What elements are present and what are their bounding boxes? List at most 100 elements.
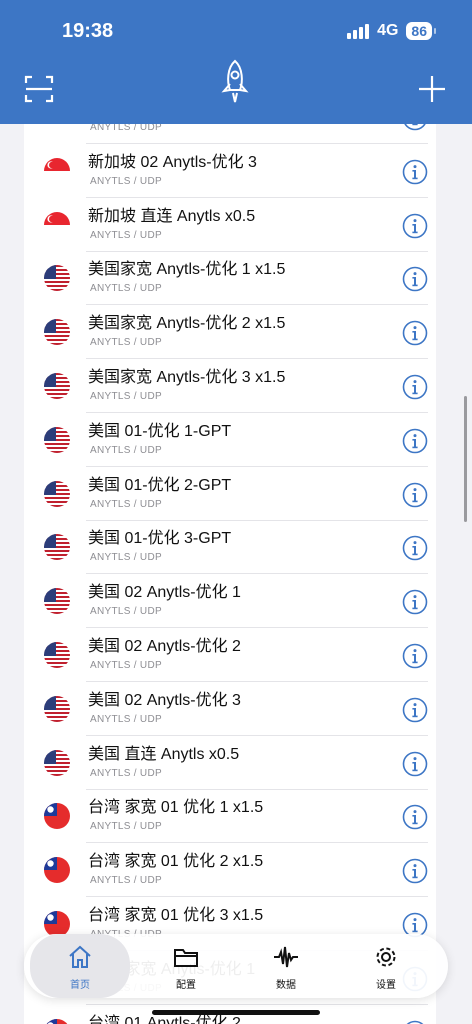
us-flag-icon — [44, 373, 70, 399]
proxy-row[interactable]: 美国家宽 Anytls-优化 1 x1.5 ANYTLS / UDP — [24, 251, 436, 305]
info-icon[interactable] — [402, 213, 428, 239]
tw-flag-icon — [44, 803, 70, 829]
info-icon[interactable] — [402, 858, 428, 884]
sg-flag-icon — [44, 158, 70, 184]
proxy-protocol: ANYTLS / UDP — [90, 714, 162, 725]
tw-flag-icon — [44, 857, 70, 883]
info-icon[interactable] — [402, 535, 428, 561]
info-icon[interactable] — [402, 124, 428, 131]
proxy-name: 台湾 家宽 01 优化 3 x1.5 — [88, 907, 264, 924]
proxy-row[interactable]: 台湾 家宽 01 优化 1 x1.5 ANYTLS / UDP — [24, 789, 436, 843]
proxy-protocol: ANYTLS / UDP — [90, 875, 162, 886]
battery-indicator: 86 — [406, 22, 436, 40]
info-icon[interactable] — [402, 804, 428, 830]
proxy-name: 新加坡 直连 Anytls x0.5 — [88, 208, 256, 225]
info-icon[interactable] — [402, 482, 428, 508]
proxy-protocol: ANYTLS / UDP — [90, 552, 162, 563]
us-flag-icon — [44, 588, 70, 614]
status-indicators: 4G 86 — [347, 22, 436, 40]
us-flag-icon — [44, 481, 70, 507]
proxy-protocol: ANYTLS / UDP — [90, 391, 162, 402]
tab-settings-label: 设置 — [376, 980, 396, 991]
cellular-signal-icon — [347, 23, 370, 39]
network-type: 4G — [377, 22, 399, 39]
tab-config[interactable]: 配置 — [136, 934, 236, 998]
us-flag-icon — [44, 750, 70, 776]
proxy-name: 台湾 家宽 01 优化 2 x1.5 — [88, 853, 264, 870]
proxy-protocol: ANYTLS / UDP — [90, 606, 162, 617]
proxy-name: 美国 01-优化 3-GPT — [88, 530, 232, 547]
proxy-protocol: ANYTLS / UDP — [90, 660, 162, 671]
tw-flag-icon — [44, 1019, 70, 1024]
scrollbar[interactable] — [464, 396, 467, 522]
info-icon[interactable] — [402, 320, 428, 346]
proxy-name: 美国家宽 Anytls-优化 1 x1.5 — [88, 261, 286, 278]
proxy-name: 美国家宽 Anytls-优化 3 x1.5 — [88, 369, 286, 386]
proxy-list: ANYTLS / UDP 新加坡 02 Anytls-优化 3 ANYTLS / U… — [24, 124, 436, 1024]
us-flag-icon — [44, 534, 70, 560]
proxy-row[interactable]: 台湾 家宽 01 优化 2 x1.5 ANYTLS / UDP — [24, 843, 436, 897]
info-icon[interactable] — [402, 159, 428, 185]
proxy-name: 美国 02 Anytls-优化 3 — [88, 692, 241, 709]
proxy-row[interactable]: 美国 01-优化 2-GPT ANYTLS / UDP — [24, 467, 436, 521]
us-flag-icon — [44, 696, 70, 722]
tab-home[interactable]: 首页 — [30, 934, 130, 998]
info-icon[interactable] — [402, 428, 428, 454]
proxy-row[interactable]: 美国 01-优化 3-GPT ANYTLS / UDP — [24, 520, 436, 574]
tab-home-label: 首页 — [70, 980, 90, 991]
info-icon[interactable] — [402, 697, 428, 723]
proxy-row[interactable]: 美国家宽 Anytls-优化 3 x1.5 ANYTLS / UDP — [24, 359, 436, 413]
tab-bar: 首页 配置 数据 设置 — [24, 934, 448, 998]
info-icon[interactable] — [402, 374, 428, 400]
proxy-name: 美国家宽 Anytls-优化 2 x1.5 — [88, 315, 286, 332]
top-bar: 19:38 4G 86 — [0, 0, 472, 124]
proxy-row[interactable]: 美国 02 Anytls-优化 1 ANYTLS / UDP — [24, 574, 436, 628]
proxy-row[interactable]: 美国 02 Anytls-优化 3 ANYTLS / UDP — [24, 682, 436, 736]
proxy-name: 美国 02 Anytls-优化 1 — [88, 584, 241, 601]
proxy-row[interactable]: 美国家宽 Anytls-优化 2 x1.5 ANYTLS / UDP — [24, 305, 436, 359]
plus-icon — [419, 76, 445, 102]
proxy-row[interactable]: 美国 直连 Anytls x0.5 ANYTLS / UDP — [24, 736, 436, 790]
sg-flag-icon — [44, 124, 70, 130]
proxy-name: 美国 01-优化 1-GPT — [88, 423, 232, 440]
us-flag-icon — [44, 642, 70, 668]
scan-qr-button[interactable] — [24, 74, 54, 104]
proxy-protocol: ANYTLS / UDP — [90, 124, 162, 133]
tab-data-label: 数据 — [276, 980, 296, 991]
proxy-row[interactable]: 新加坡 直连 Anytls x0.5 ANYTLS / UDP — [24, 198, 436, 252]
tab-data[interactable]: 数据 — [236, 934, 336, 998]
home-indicator — [152, 1010, 320, 1015]
us-flag-icon — [44, 265, 70, 291]
tab-settings[interactable]: 设置 — [336, 934, 436, 998]
scan-icon — [24, 75, 54, 103]
info-icon[interactable] — [402, 751, 428, 777]
add-button[interactable] — [418, 74, 446, 104]
proxy-protocol: ANYTLS / UDP — [90, 768, 162, 779]
proxy-protocol: ANYTLS / UDP — [90, 176, 162, 187]
folder-icon — [174, 949, 198, 967]
proxy-name: 美国 02 Anytls-优化 2 — [88, 638, 241, 655]
info-icon[interactable] — [402, 1020, 428, 1024]
proxy-protocol: ANYTLS / UDP — [90, 337, 162, 348]
sg-flag-icon — [44, 212, 70, 238]
gear-icon — [376, 947, 396, 967]
proxy-name: 美国 直连 Anytls x0.5 — [88, 746, 240, 763]
proxy-row[interactable]: 新加坡 02 Anytls-优化 3 ANYTLS / UDP — [24, 144, 436, 198]
proxy-protocol: ANYTLS / UDP — [90, 230, 162, 241]
tab-config-label: 配置 — [176, 980, 196, 991]
info-icon[interactable] — [402, 589, 428, 615]
info-icon[interactable] — [402, 643, 428, 669]
proxy-row[interactable]: 美国 01-优化 1-GPT ANYTLS / UDP — [24, 413, 436, 467]
proxy-row[interactable]: ANYTLS / UDP — [24, 124, 436, 144]
us-flag-icon — [44, 427, 70, 453]
proxy-name: 美国 01-优化 2-GPT — [88, 477, 232, 494]
waveform-icon — [274, 946, 298, 968]
proxy-row[interactable]: 美国 02 Anytls-优化 2 ANYTLS / UDP — [24, 628, 436, 682]
proxy-name: 新加坡 02 Anytls-优化 3 — [88, 154, 257, 171]
proxy-name: 台湾 家宽 01 优化 1 x1.5 — [88, 799, 264, 816]
rocket-logo-icon — [218, 58, 252, 106]
proxy-protocol: ANYTLS / UDP — [90, 445, 162, 456]
proxy-protocol: ANYTLS / UDP — [90, 283, 162, 294]
info-icon[interactable] — [402, 266, 428, 292]
home-icon — [69, 945, 91, 968]
